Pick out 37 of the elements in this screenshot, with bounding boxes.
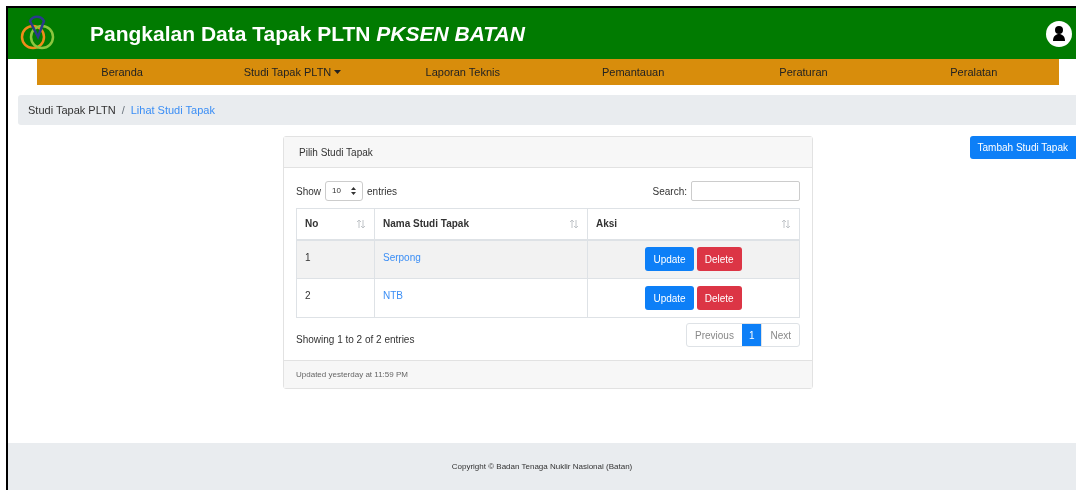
nav-link[interactable]: Laporan Teknis	[425, 63, 500, 81]
entries-label: entries	[367, 184, 398, 199]
card-header: Pilih Studi Tapak	[284, 137, 812, 168]
breadcrumb-separator: /	[121, 102, 125, 118]
nav-link[interactable]: Studi Tapak PLTN	[243, 63, 342, 81]
update-button[interactable]: Update	[645, 286, 694, 310]
nav-link[interactable]: Peraturan	[779, 63, 828, 81]
site-link[interactable]: NTB	[383, 290, 403, 301]
breadcrumb-link[interactable]: Studi Tapak PLTN	[28, 101, 116, 119]
site-link[interactable]: Serpong	[383, 251, 421, 263]
delete-button[interactable]: Delete	[696, 247, 742, 272]
column-header[interactable]: Nama Studi Tapak	[374, 208, 588, 240]
search-field[interactable]	[691, 181, 800, 201]
updown-icon	[351, 187, 356, 195]
sort-icon	[356, 218, 366, 229]
sort-icon	[781, 218, 791, 229]
column-header[interactable]: Aksi	[587, 208, 800, 240]
update-button[interactable]: Update	[645, 247, 694, 272]
caret-icon	[334, 70, 342, 74]
table-cell: 2	[296, 278, 375, 318]
search-label: Search:	[652, 184, 687, 199]
page-size-select[interactable]: 10	[325, 181, 363, 201]
sort-icon	[569, 218, 579, 229]
table-cell: 1	[296, 239, 375, 279]
page-footer: Copyright © Badan Tenaga Nuklir Nasional (Batan)	[8, 443, 1076, 490]
nav-link[interactable]: Beranda	[101, 63, 143, 81]
add-button[interactable]: Tambah Studi Tapak	[969, 136, 1076, 159]
card-footer: Updated yesterday at 11:59 PM	[284, 360, 812, 388]
user-icon[interactable]	[1046, 20, 1072, 47]
delete-button[interactable]: Delete	[696, 286, 742, 310]
page-button[interactable]: 1	[741, 324, 762, 346]
column-header[interactable]: No	[296, 208, 375, 240]
show-label: Show	[296, 184, 321, 199]
nav-link[interactable]: Pemantauan	[601, 63, 665, 81]
nav-link[interactable]: Peralatan	[950, 63, 998, 81]
site-title: Pangkalan Data Tapak PLTN PKSEN BATAN	[90, 20, 525, 47]
entries-info: Showing 1 to 2 of 2 entries	[296, 332, 415, 347]
